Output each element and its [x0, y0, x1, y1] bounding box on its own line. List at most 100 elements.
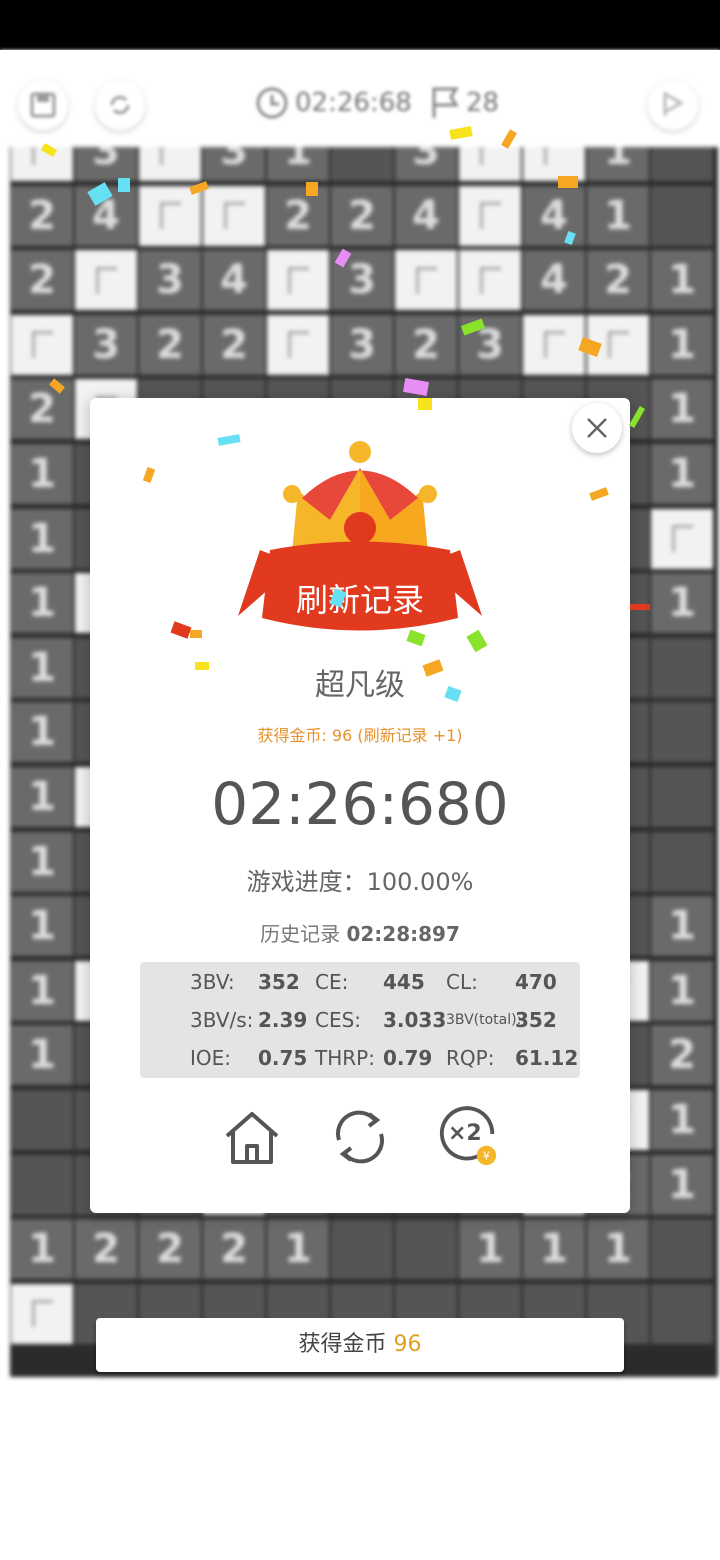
board-cell[interactable]: 1	[11, 702, 73, 763]
board-cell[interactable]	[139, 147, 201, 181]
board-cell[interactable]	[651, 767, 713, 827]
home-button[interactable]	[220, 1105, 284, 1169]
board-cell[interactable]	[459, 147, 521, 181]
save-button[interactable]	[18, 80, 68, 130]
board-cell[interactable]	[395, 1219, 457, 1280]
board-cell[interactable]: 4	[203, 250, 265, 311]
board-cell[interactable]: 4	[523, 185, 585, 246]
confetti	[118, 178, 130, 192]
board-cell[interactable]: 1	[651, 314, 713, 375]
board-cell[interactable]: 1	[11, 831, 73, 892]
stats-panel: 3BV: 352 CE: 445 CL: 470 3BV/s: 2.39 CES…	[140, 962, 580, 1078]
board-cell[interactable]: 1	[459, 1219, 521, 1280]
board-cell[interactable]	[651, 831, 713, 892]
board-cell[interactable]: 2	[267, 185, 329, 246]
board-cell[interactable]	[459, 250, 521, 311]
board-cell[interactable]: 1	[651, 896, 713, 957]
board-cell[interactable]: 2	[11, 250, 73, 311]
replay-button[interactable]	[328, 1105, 392, 1169]
board-cell[interactable]: 1	[11, 444, 73, 504]
record-banner-title: 刷新记录	[295, 581, 424, 619]
close-button[interactable]	[572, 403, 622, 453]
board-cell[interactable]	[651, 1219, 713, 1280]
board-cell[interactable]: 3	[395, 147, 457, 181]
board-cell[interactable]: 2	[203, 314, 265, 375]
status-bar	[0, 0, 720, 50]
board-cell[interactable]: 1	[587, 147, 649, 181]
board-cell[interactable]	[267, 250, 329, 311]
board-cell[interactable]	[11, 1283, 73, 1344]
board-cell[interactable]	[203, 185, 265, 246]
board-row: 33131	[10, 147, 714, 183]
restart-button[interactable]	[95, 80, 145, 130]
board-cell[interactable]	[11, 1154, 73, 1215]
save-icon	[30, 92, 56, 118]
board-cell[interactable]	[395, 250, 457, 311]
board-cell[interactable]: 1	[651, 444, 713, 504]
board-cell[interactable]: 3	[75, 314, 137, 375]
board-row: 3223231	[10, 313, 714, 377]
stat-value: 0.79	[383, 1046, 433, 1070]
svg-text:¥: ¥	[483, 1149, 490, 1162]
board-cell[interactable]	[651, 147, 713, 181]
board-cell[interactable]	[11, 147, 73, 181]
board-cell[interactable]: 1	[11, 1219, 73, 1280]
stat-label: 3BV/s:	[190, 1008, 254, 1032]
board-cell[interactable]: 1	[11, 896, 73, 957]
board-cell[interactable]: 1	[651, 573, 713, 634]
board-cell[interactable]	[75, 250, 137, 311]
board-cell[interactable]: 4	[523, 250, 585, 311]
board-cell[interactable]: 2	[331, 185, 393, 246]
board-cell[interactable]	[459, 185, 521, 246]
board-cell[interactable]: 1	[11, 1025, 73, 1086]
board-cell[interactable]: 1	[11, 767, 73, 827]
board-cell[interactable]	[651, 637, 713, 698]
board-cell[interactable]: 2	[651, 1025, 713, 1086]
stat-value: 352	[258, 970, 300, 994]
board-cell[interactable]	[651, 1283, 713, 1344]
board-cell[interactable]: 1	[587, 185, 649, 246]
board-cell[interactable]: 3	[139, 250, 201, 311]
board-cell[interactable]	[651, 508, 713, 569]
board-cell[interactable]: 1	[587, 1219, 649, 1280]
board-cell[interactable]	[11, 314, 73, 375]
board-cell[interactable]: 1	[651, 1090, 713, 1150]
stat-label: CL:	[446, 970, 478, 994]
board-cell[interactable]	[331, 147, 393, 181]
board-cell[interactable]	[651, 702, 713, 763]
board-cell[interactable]	[523, 314, 585, 375]
board-cell[interactable]: 2	[395, 314, 457, 375]
board-cell[interactable]: 1	[523, 1219, 585, 1280]
board-cell[interactable]: 1	[651, 250, 713, 311]
board-cell[interactable]: 1	[651, 960, 713, 1021]
board-cell[interactable]: 1	[11, 637, 73, 698]
board-cell[interactable]: 1	[11, 573, 73, 634]
replay-icon	[336, 1110, 384, 1164]
board-cell[interactable]: 2	[75, 1219, 137, 1280]
board-cell[interactable]: 2	[139, 1219, 201, 1280]
board-cell[interactable]	[11, 1090, 73, 1150]
board-row: 2422441	[10, 184, 714, 248]
play-button[interactable]	[648, 80, 698, 130]
board-cell[interactable]: 1	[11, 960, 73, 1021]
board-cell[interactable]: 3	[75, 147, 137, 181]
board-cell[interactable]	[651, 185, 713, 246]
double-coins-button[interactable]: ¥ ×2	[436, 1105, 500, 1169]
board-cell[interactable]: 1	[11, 508, 73, 569]
confetti	[418, 398, 432, 410]
coin-bar-amount: 96	[393, 1332, 422, 1357]
board-cell[interactable]: 2	[203, 1219, 265, 1280]
board-cell[interactable]: 2	[11, 185, 73, 246]
board-cell[interactable]: 1	[651, 1154, 713, 1215]
board-cell[interactable]	[331, 1219, 393, 1280]
board-cell[interactable]	[267, 314, 329, 375]
board-cell[interactable]: 2	[139, 314, 201, 375]
board-cell[interactable]: 4	[395, 185, 457, 246]
board-cell[interactable]: 1	[267, 1219, 329, 1280]
board-cell[interactable]: 3	[203, 147, 265, 181]
board-cell[interactable]: 3	[331, 314, 393, 375]
board-cell[interactable]: 2	[587, 250, 649, 311]
board-cell[interactable]: 1	[267, 147, 329, 181]
board-cell[interactable]: 1	[651, 379, 713, 440]
timer-text: 02:26:68	[295, 88, 412, 118]
